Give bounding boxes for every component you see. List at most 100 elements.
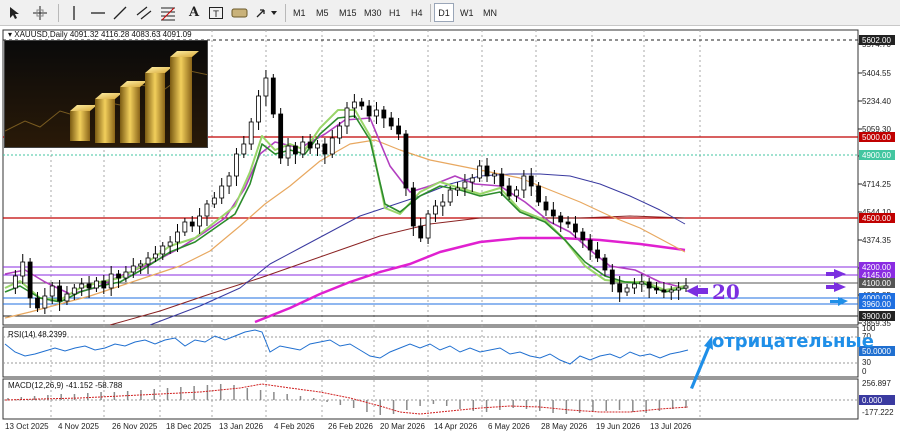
candle <box>256 95 261 123</box>
timeframe-m15[interactable]: M15 <box>336 3 360 22</box>
text-label-icon[interactable]: T <box>206 3 226 22</box>
candle <box>101 280 107 289</box>
time-label: 13 Jan 2026 <box>219 422 264 431</box>
candle <box>204 203 210 217</box>
price-tick: 4374.35 <box>862 236 891 245</box>
candle <box>639 281 645 285</box>
timeframe-w1[interactable]: W1 <box>457 3 477 22</box>
candle <box>366 105 372 117</box>
price-tick: 4714.25 <box>862 180 891 189</box>
timeframe-m30[interactable]: M30 <box>361 3 385 22</box>
timeframe-mn[interactable]: MN <box>480 3 500 22</box>
candle <box>484 165 490 177</box>
candle <box>285 145 291 159</box>
candle <box>270 77 276 115</box>
horizontal-line-icon[interactable] <box>88 3 108 22</box>
timeframe-m5[interactable]: M5 <box>313 3 332 22</box>
chart-ohlc: 4091.32 4116.28 4083.63 4091.09 <box>70 30 192 39</box>
candle <box>189 221 195 227</box>
rsi-tick: 70 <box>862 332 871 341</box>
level-label: 4900.00 <box>862 151 891 160</box>
timeframe-h1[interactable]: H1 <box>386 3 404 22</box>
candle <box>359 101 365 107</box>
candle <box>617 283 623 293</box>
toolbar-separator <box>285 4 286 22</box>
rsi-current: 50.0000 <box>862 347 891 356</box>
time-label: 13 Oct 2025 <box>5 422 49 431</box>
price-tick: 5234.40 <box>862 97 891 106</box>
macd-header: MACD(12,26,9) -41.152 -58.788 <box>8 381 123 390</box>
timeframe-d1[interactable]: D1 <box>434 3 454 22</box>
shapes-icon[interactable] <box>230 3 250 22</box>
candle <box>683 285 689 289</box>
candle <box>130 265 136 273</box>
candle <box>381 109 387 119</box>
candle <box>565 221 571 225</box>
price-tick: 5404.55 <box>862 69 891 78</box>
candle <box>528 175 534 187</box>
time-label: 20 Mar 2026 <box>380 422 425 431</box>
arrows-icon[interactable] <box>254 3 280 22</box>
candle <box>388 117 394 127</box>
candle <box>116 273 121 279</box>
candle <box>79 283 85 289</box>
channel-icon[interactable] <box>134 3 154 22</box>
fibonacci-icon[interactable] <box>158 3 178 22</box>
vertical-line-icon[interactable] <box>64 3 84 22</box>
time-label: 13 Jul 2026 <box>650 422 692 431</box>
time-label: 28 May 2026 <box>541 422 588 431</box>
macd-tick: -177.222 <box>862 408 894 417</box>
candle <box>42 295 48 309</box>
candle <box>197 215 203 227</box>
time-label: 14 Apr 2026 <box>434 422 478 431</box>
time-label: 6 May 2026 <box>488 422 530 431</box>
time-label: 4 Nov 2025 <box>58 422 99 431</box>
candle <box>536 185 542 203</box>
candle <box>351 101 357 109</box>
macd-axis: 256.897 0.000 -177.222 <box>859 379 895 417</box>
candle <box>123 271 129 279</box>
candle <box>550 209 556 217</box>
level-label: 4500.00 <box>862 214 891 223</box>
candle <box>543 201 549 211</box>
candle <box>514 189 519 197</box>
candle <box>226 175 232 187</box>
candle <box>425 213 431 239</box>
candle <box>241 143 247 155</box>
candle <box>469 177 475 183</box>
level-label: 3960.00 <box>862 300 891 309</box>
candle <box>624 287 630 293</box>
candle <box>20 261 26 277</box>
trendline-icon[interactable] <box>110 3 130 22</box>
candle <box>433 205 438 215</box>
text-icon[interactable]: A <box>184 3 204 22</box>
candle <box>374 109 379 117</box>
toolbar-separator <box>430 4 431 22</box>
rsi-tick: 30 <box>862 358 871 367</box>
level-label: 4100.00 <box>862 279 891 288</box>
candle <box>263 77 269 97</box>
svg-text:T: T <box>212 10 219 20</box>
candle <box>219 185 225 199</box>
gold-bars-image <box>4 40 208 148</box>
candle <box>27 261 33 299</box>
timeframe-m1[interactable]: M1 <box>290 3 309 22</box>
candle <box>668 289 674 293</box>
candle <box>403 133 409 189</box>
candle <box>491 173 497 177</box>
candle <box>152 253 158 259</box>
candle <box>337 125 343 139</box>
candle <box>602 257 608 271</box>
timeframe-h4[interactable]: H4 <box>408 3 426 22</box>
chart-header: ▾ XAUUSD,Daily 4091.32 4116.28 4083.63 4… <box>8 30 192 39</box>
rsi-header: RSI(14) 48.2399 <box>8 330 67 339</box>
candle <box>322 143 328 155</box>
time-label: 18 Dec 2025 <box>166 422 212 431</box>
crosshair-icon[interactable] <box>30 3 50 22</box>
candle <box>211 197 217 205</box>
cursor-icon[interactable] <box>4 3 24 22</box>
candle <box>521 175 527 191</box>
candle <box>646 281 652 289</box>
candle <box>410 187 416 227</box>
candle <box>160 245 166 255</box>
